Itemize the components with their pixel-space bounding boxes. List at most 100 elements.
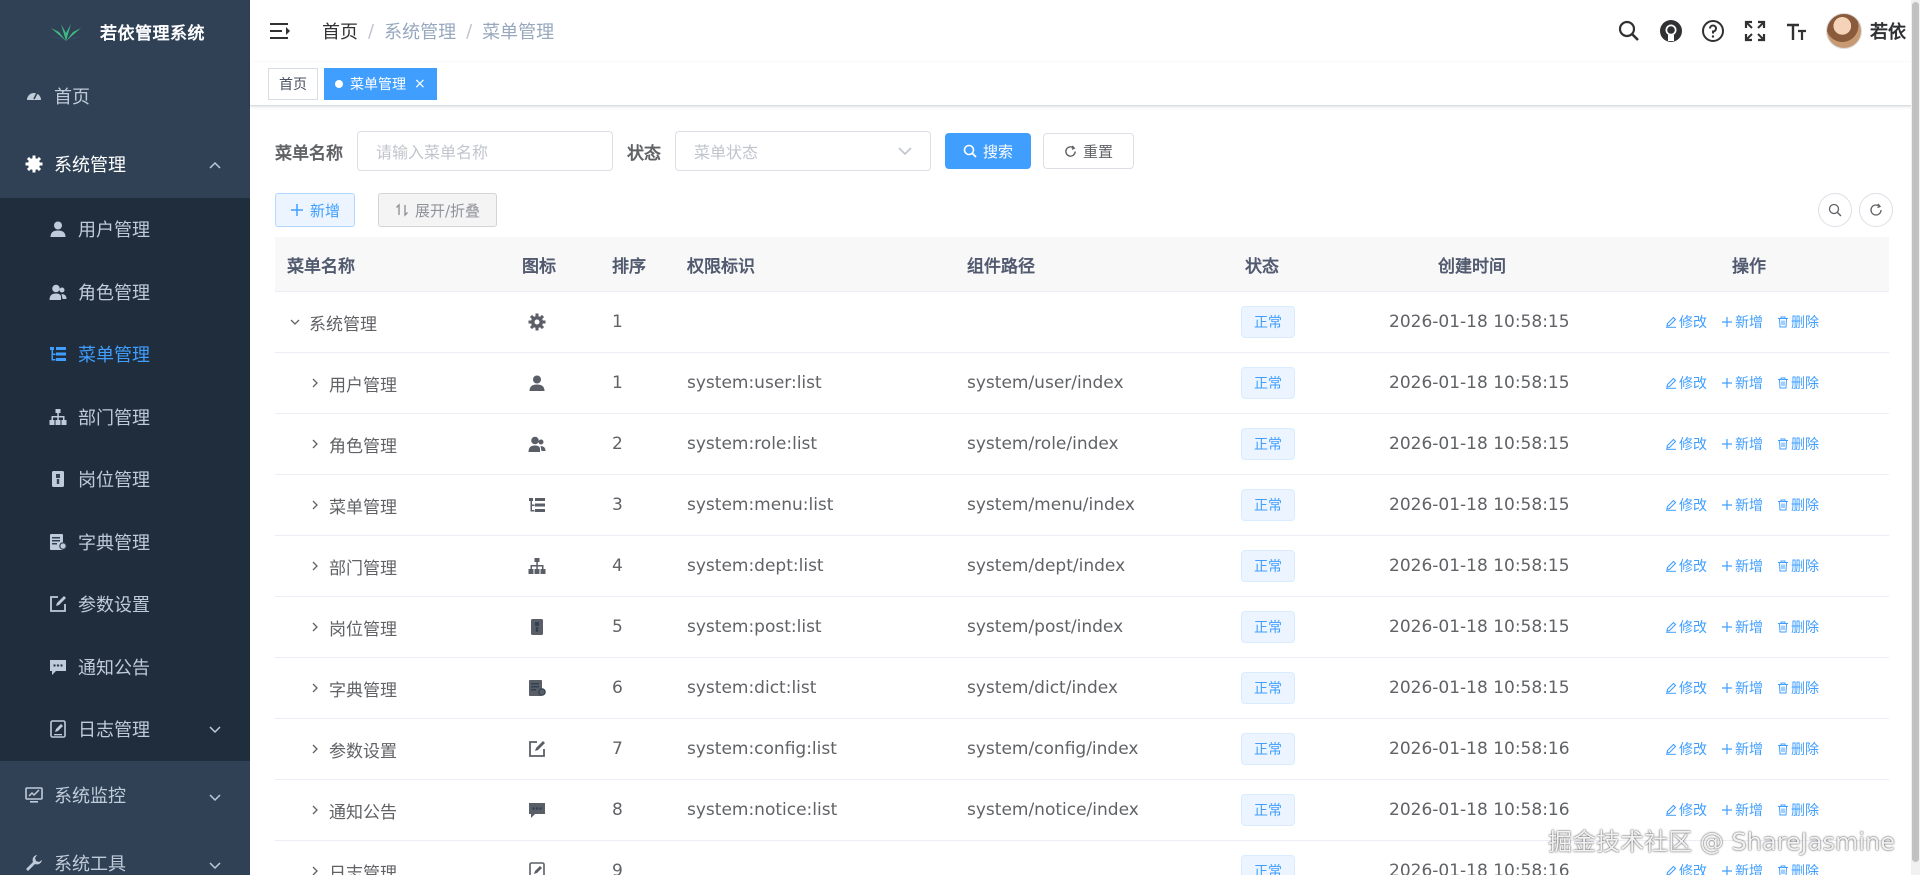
- menu-name-cell: 日志管理: [287, 841, 397, 875]
- add-child-button[interactable]: 新增: [1721, 739, 1763, 759]
- sidebar-subitem-7[interactable]: 通知公告: [0, 636, 250, 699]
- sidebar-subitem-label: 参数设置: [78, 595, 150, 617]
- delete-icon: [1777, 804, 1791, 816]
- search-icon[interactable]: [1616, 18, 1642, 44]
- edit-icon: [1665, 377, 1679, 389]
- delete-button[interactable]: 删除: [1777, 373, 1819, 393]
- sidebar-item-label: 系统管理: [54, 155, 126, 176]
- expand-right-icon[interactable]: [307, 558, 323, 574]
- sidebar-subitem-0[interactable]: 用户管理: [0, 198, 250, 261]
- delete-button[interactable]: 删除: [1777, 800, 1819, 820]
- add-child-button[interactable]: 新增: [1721, 617, 1763, 637]
- edit-button[interactable]: 修改: [1665, 617, 1707, 637]
- add-child-button[interactable]: 新增: [1721, 678, 1763, 698]
- sidebar-item-after-0[interactable]: 系统监控: [0, 761, 250, 829]
- sidebar-subitem-2[interactable]: 菜单管理: [0, 323, 250, 386]
- expand-collapse-button[interactable]: 展开/折叠: [378, 193, 498, 227]
- plus-icon: [1721, 377, 1735, 389]
- tag-menu-management[interactable]: 菜单管理 ×: [324, 67, 437, 100]
- reset-button[interactable]: 重置: [1043, 133, 1135, 169]
- github-icon[interactable]: [1658, 18, 1684, 44]
- sidebar-item-after-1[interactable]: 系统工具: [0, 829, 250, 875]
- expand-right-icon[interactable]: [307, 497, 323, 513]
- font-size-icon[interactable]: [1784, 18, 1810, 44]
- add-child-button[interactable]: 新增: [1721, 861, 1763, 875]
- sidebar-subitem-label: 菜单管理: [78, 345, 150, 367]
- add-child-button[interactable]: 新增: [1721, 800, 1763, 820]
- component-cell: system/dict/index: [967, 678, 1118, 698]
- scrollbar[interactable]: [1911, 0, 1920, 875]
- search-button[interactable]: 搜索: [945, 133, 1032, 169]
- edit-button[interactable]: 修改: [1665, 861, 1707, 875]
- edit-button[interactable]: 修改: [1665, 495, 1707, 515]
- avatar[interactable]: [1826, 13, 1862, 49]
- menu-name-cell: 角色管理: [287, 414, 397, 474]
- edit-label: 修改: [1679, 864, 1707, 875]
- sidebar-subitem-8[interactable]: 日志管理: [0, 698, 250, 761]
- delete-label: 删除: [1791, 681, 1819, 697]
- sidebar-subitem-5[interactable]: 字典管理: [0, 511, 250, 574]
- add-child-button[interactable]: 新增: [1721, 556, 1763, 576]
- edit-button[interactable]: 修改: [1665, 434, 1707, 454]
- hamburger-icon[interactable]: [270, 20, 296, 42]
- delete-button[interactable]: 删除: [1777, 861, 1819, 875]
- logo[interactable]: 若依管理系统: [0, 0, 250, 62]
- tag-home[interactable]: 首页: [268, 67, 318, 100]
- username[interactable]: 若依: [1870, 18, 1906, 44]
- expand-right-icon[interactable]: [307, 619, 323, 635]
- menu-name-input[interactable]: 请输入菜单名称: [357, 131, 613, 171]
- dict-icon: [522, 658, 552, 718]
- sidebar-item-1[interactable]: 系统管理: [0, 130, 250, 198]
- expand-right-icon[interactable]: [307, 863, 323, 875]
- add-button[interactable]: 新增: [275, 193, 356, 227]
- header-created-time: 创建时间: [1438, 256, 1506, 277]
- search-toggle-button[interactable]: [1818, 193, 1852, 227]
- expand-right-icon[interactable]: [307, 680, 323, 696]
- add-child-button[interactable]: 新增: [1721, 434, 1763, 454]
- status-select[interactable]: 菜单状态: [675, 131, 931, 171]
- delete-button[interactable]: 删除: [1777, 495, 1819, 515]
- edit-button[interactable]: 修改: [1665, 678, 1707, 698]
- sidebar-subitem-3[interactable]: 部门管理: [0, 386, 250, 449]
- refresh-button[interactable]: [1859, 193, 1893, 227]
- edit-button[interactable]: 修改: [1665, 312, 1707, 332]
- sidebar-subitem-4[interactable]: 岗位管理: [0, 448, 250, 511]
- delete-button[interactable]: 删除: [1777, 312, 1819, 332]
- delete-button[interactable]: 删除: [1777, 617, 1819, 637]
- sidebar-item-0[interactable]: 首页: [0, 62, 250, 130]
- edit-button[interactable]: 修改: [1665, 739, 1707, 759]
- close-icon[interactable]: ×: [414, 76, 426, 92]
- expand-right-icon[interactable]: [307, 375, 323, 391]
- sidebar-subitem-1[interactable]: 角色管理: [0, 261, 250, 324]
- menu-name-cell: 系统管理: [287, 292, 377, 352]
- expand-right-icon[interactable]: [307, 436, 323, 452]
- breadcrumb-home[interactable]: 首页: [322, 18, 358, 44]
- delete-button[interactable]: 删除: [1777, 434, 1819, 454]
- sort-icon: [396, 203, 408, 217]
- sidebar: 若依管理系统 首页 系统管理 用户管理 角色管理 菜单管理 部门管理 岗位管理 …: [0, 0, 250, 875]
- delete-button[interactable]: 删除: [1777, 739, 1819, 759]
- delete-button[interactable]: 删除: [1777, 678, 1819, 698]
- scrollbar-thumb[interactable]: [1912, 2, 1919, 862]
- edit-button[interactable]: 修改: [1665, 373, 1707, 393]
- delete-button[interactable]: 删除: [1777, 556, 1819, 576]
- expand-right-icon[interactable]: [307, 802, 323, 818]
- fullscreen-icon[interactable]: [1742, 18, 1768, 44]
- chevron-down-icon: [208, 856, 222, 870]
- edit-button[interactable]: 修改: [1665, 556, 1707, 576]
- edit-button[interactable]: 修改: [1665, 800, 1707, 820]
- delete-icon: [1777, 682, 1791, 694]
- add-child-button[interactable]: 新增: [1721, 373, 1763, 393]
- order-cell: 5: [612, 617, 623, 637]
- add-button-label: 新增: [310, 201, 341, 220]
- menu-name-cell: 部门管理: [287, 536, 397, 596]
- expand-down-icon[interactable]: [287, 314, 303, 330]
- delete-icon: [1777, 865, 1791, 875]
- question-icon[interactable]: [1700, 18, 1726, 44]
- header-actions: 操作: [1732, 256, 1766, 277]
- add-child-button[interactable]: 新增: [1721, 495, 1763, 515]
- sidebar-subitem-6[interactable]: 参数设置: [0, 573, 250, 636]
- expand-right-icon[interactable]: [307, 741, 323, 757]
- add-child-button[interactable]: 新增: [1721, 312, 1763, 332]
- sidebar-subitem-label: 角色管理: [78, 282, 150, 304]
